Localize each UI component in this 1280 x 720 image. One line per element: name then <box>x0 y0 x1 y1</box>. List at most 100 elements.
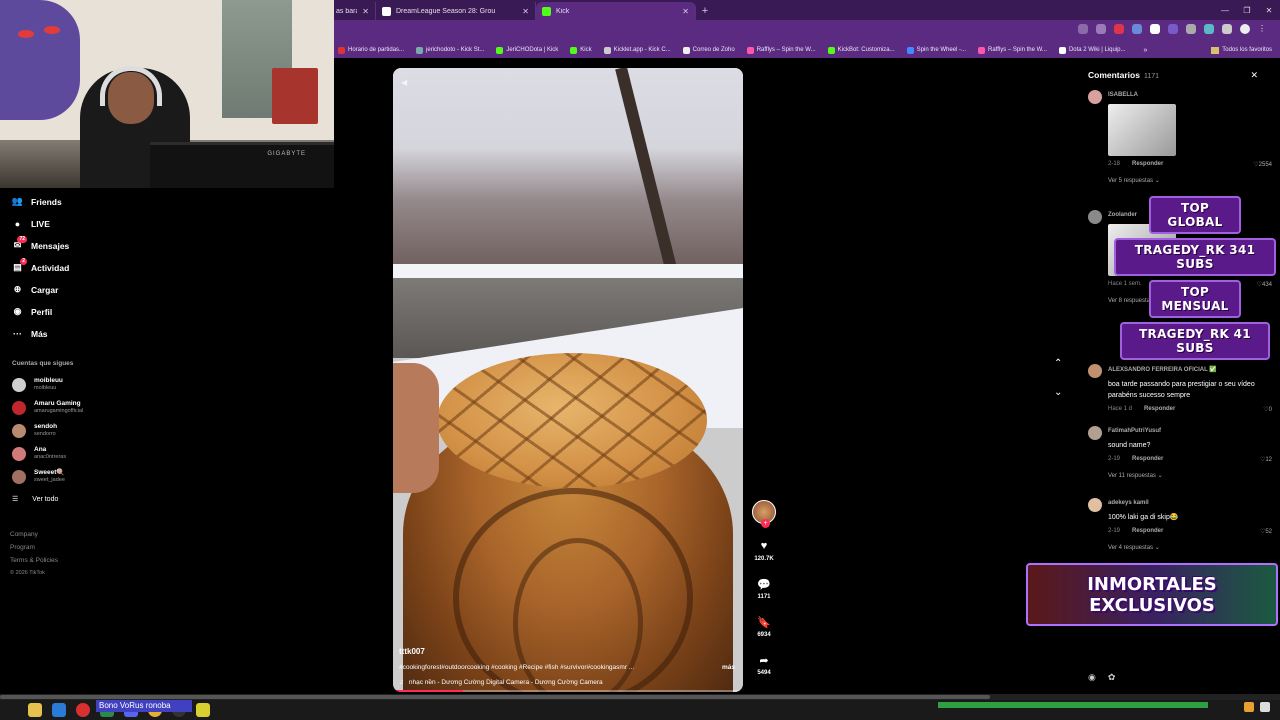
mention-icon[interactable]: ◉ <box>1088 672 1096 683</box>
creator-avatar[interactable]: + <box>752 500 776 528</box>
comment-button[interactable]: 💬 1171 <box>748 578 780 600</box>
like-button[interactable]: ♥ 120.7K <box>748 540 780 562</box>
bookmark-item[interactable]: jerichodoto - Kick St... <box>416 46 484 54</box>
sidebar-item-ms[interactable]: ··· Más <box>12 328 48 339</box>
maximize-icon[interactable]: ❐ <box>1236 0 1258 20</box>
reply-button[interactable]: Responder <box>1132 161 1163 167</box>
save-button[interactable]: 🔖 6934 <box>748 616 780 638</box>
sidebar-item-mensajes[interactable]: ✉ 72 Mensajes <box>12 236 69 251</box>
avatar[interactable] <box>1088 426 1102 440</box>
tray-app-icon[interactable] <box>1244 702 1254 712</box>
video-author[interactable]: tttk007 <box>399 647 735 656</box>
caption-more-button[interactable]: más <box>722 664 735 671</box>
opera-icon[interactable] <box>76 703 90 717</box>
sidebar-item-friends[interactable]: 👥 Friends <box>12 196 62 207</box>
app-icon[interactable] <box>196 703 210 717</box>
comment-like-button[interactable]: ♡0 <box>1263 406 1272 413</box>
see-all-button[interactable]: ☰ Ver todo <box>12 495 58 504</box>
extension-red-icon[interactable] <box>1114 24 1124 34</box>
tab-kick[interactable]: Kick ✕ <box>536 2 696 20</box>
profile-avatar-icon[interactable] <box>1240 24 1250 34</box>
edge-icon[interactable] <box>52 703 66 717</box>
menu-kebab-icon[interactable]: ⋮ <box>1258 24 1268 34</box>
footer-link-program[interactable]: Program <box>10 541 58 554</box>
bookmark-item[interactable]: JeriCHODota | Kick <box>496 46 558 54</box>
view-replies-button[interactable]: Ver 11 respuestas ⌄ <box>1108 472 1272 479</box>
tray-network-icon[interactable] <box>1260 702 1270 712</box>
bookmark-item[interactable]: Kicklet.app - Kick C... <box>603 46 671 54</box>
video-progress-bar[interactable] <box>393 690 743 692</box>
followed-account[interactable]: Amaru Gaming amarugamingofficial <box>12 400 83 415</box>
reply-button[interactable]: Responder <box>1144 406 1175 412</box>
tab-partial[interactable]: as barat ✕ <box>334 2 376 20</box>
tab-dreamleague[interactable]: DreamLeague Season 28: Grou ✕ <box>376 2 536 20</box>
footer-link-terms[interactable]: Terms & Policies <box>10 554 58 567</box>
extension-blue-icon[interactable] <box>1132 24 1142 34</box>
sidebar-item-cargar[interactable]: ⊕ Cargar <box>12 284 59 295</box>
bookmarks-overflow-button[interactable]: » <box>1144 47 1148 54</box>
extension-diamond-icon[interactable] <box>1150 24 1160 34</box>
footer-link-company[interactable]: Company <box>10 528 58 541</box>
sidebar-item-perfil[interactable]: ◉ Perfil <box>12 306 53 317</box>
video-music-row[interactable]: ♫ nhạc nền - Dương Cường Digital Camera … <box>399 679 735 686</box>
bookmark-item[interactable]: Dota 2 Wiki | Liquip... <box>1058 46 1126 54</box>
comment-username[interactable]: adekeys kamil <box>1108 500 1272 506</box>
extension-grey-icon[interactable] <box>1186 24 1196 34</box>
file-explorer-icon[interactable] <box>28 703 42 717</box>
bookmark-item[interactable]: Rafflys – Spin the W... <box>978 46 1047 54</box>
bookmark-item[interactable]: Horario de partidas... <box>338 46 404 54</box>
tab-close-icon[interactable]: ✕ <box>362 7 369 16</box>
comment-username[interactable]: FatimahPutriYusuf <box>1108 428 1272 434</box>
next-video-chevron-down-icon[interactable]: ⌄ <box>1054 387 1062 398</box>
comment-like-button[interactable]: ♡12 <box>1260 456 1272 463</box>
followed-account[interactable]: sendoh sendorro <box>12 423 57 438</box>
close-window-icon[interactable]: ✕ <box>1258 0 1280 20</box>
follow-plus-icon[interactable]: + <box>761 519 770 528</box>
followed-account[interactable]: Sweeet🍭 sweet_jadee <box>12 469 65 484</box>
reply-button[interactable]: Responder <box>1132 528 1163 534</box>
minimize-icon[interactable]: — <box>1214 0 1236 20</box>
extension-teal-icon[interactable] <box>1204 24 1214 34</box>
bookmark-item[interactable]: Correo de Zoho <box>682 46 735 54</box>
bookmark-item[interactable]: Kick <box>570 46 592 54</box>
avatar[interactable] <box>1088 90 1102 104</box>
comment-like-button[interactable]: ♡52 <box>1260 528 1272 535</box>
share-button[interactable]: ➦ 5494 <box>748 654 780 676</box>
avatar[interactable] <box>1088 364 1102 378</box>
video-hashtags[interactable]: #cookingforest#outdoorcooking #cooking #… <box>399 664 634 671</box>
view-replies-button[interactable]: Ver 5 respuestas ⌄ <box>1108 177 1272 184</box>
comment-like-button[interactable]: ♡2554 <box>1253 161 1272 168</box>
comment-username[interactable]: ISABELLA <box>1108 92 1272 98</box>
close-comments-icon[interactable]: ✕ <box>1250 70 1258 81</box>
tab-close-icon[interactable]: ✕ <box>682 7 689 16</box>
video-player[interactable]: ◀ tttk007 #cookingforest#outdoorcooking … <box>393 68 743 692</box>
avatar[interactable] <box>1088 498 1102 512</box>
extension-purple-icon[interactable] <box>1168 24 1178 34</box>
comment-image[interactable] <box>1108 104 1176 156</box>
all-bookmarks-button[interactable]: Todos los favoritos <box>1211 46 1272 54</box>
extension-puzzle-icon[interactable] <box>1222 24 1232 34</box>
bookmark-item[interactable]: Rafflys – Spin the W... <box>746 46 816 54</box>
followed-account[interactable]: moibleuu moibleuu <box>12 377 63 392</box>
new-tab-button[interactable]: + <box>696 2 714 20</box>
cast-icon[interactable] <box>1078 24 1088 34</box>
view-replies-button[interactable]: Ver 4 respuestas ⌄ <box>1108 544 1272 551</box>
back-arrow-icon[interactable]: ◀ <box>401 78 407 87</box>
like-count: 120.7K <box>754 556 774 562</box>
tab-close-icon[interactable]: ✕ <box>522 7 529 16</box>
taskbar-active-window-title[interactable]: Bono VoRus ronoba <box>96 700 192 712</box>
comment-meta: Hace 1 d Responder ♡0 <box>1108 406 1272 413</box>
reply-button[interactable]: Responder <box>1132 456 1163 462</box>
sidebar-item-live[interactable]: ● LIVE <box>12 218 50 229</box>
followed-account[interactable]: Ana anac0ntreras <box>12 446 66 461</box>
sidebar-item-actividad[interactable]: ▤ 2 Actividad <box>12 258 69 273</box>
bookmark-item[interactable]: KickBot: Customiza... <box>827 46 895 54</box>
comment-username[interactable]: ALEXSANDRO FERREIRA OFICIAL ✅ <box>1108 366 1272 373</box>
avatar[interactable] <box>1088 210 1102 224</box>
bookmark-item[interactable]: Spin the Wheel -... <box>906 46 966 54</box>
previous-video-chevron-up-icon[interactable]: ⌃ <box>1054 358 1062 369</box>
emoji-icon[interactable]: ✿ <box>1108 672 1116 683</box>
bookmark-star-icon[interactable] <box>1096 24 1106 34</box>
horizontal-scrollbar[interactable] <box>0 694 1280 700</box>
scrollbar-thumb[interactable] <box>0 695 990 699</box>
